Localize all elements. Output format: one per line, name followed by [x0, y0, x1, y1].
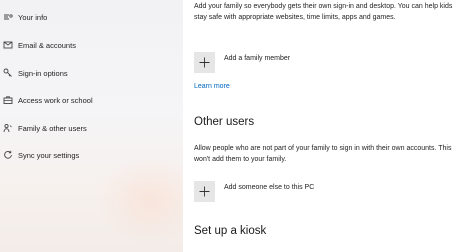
sidebar-background-glow [95, 155, 183, 245]
add-family-member-label: Add a family member [224, 55, 291, 62]
add-someone-else-button[interactable] [194, 181, 215, 202]
other-users-heading: Other users [194, 116, 255, 128]
briefcase-icon [2, 94, 14, 106]
people-icon [2, 122, 14, 134]
add-someone-else-label: Add someone else to this PC [224, 184, 315, 191]
sidebar-item-sync-settings[interactable]: Sync your settings [0, 144, 183, 166]
sidebar-item-email-accounts[interactable]: Email & accounts [0, 34, 183, 56]
sidebar-item-sign-in-options[interactable]: Sign-in options [0, 62, 183, 84]
sidebar-item-label: Your info [18, 12, 48, 22]
settings-sidebar: Your info Email & accounts Sign-in optio… [0, 0, 183, 252]
plus-icon [199, 57, 210, 68]
sidebar-item-label: Family & other users [18, 123, 87, 133]
sidebar-item-label: Sign-in options [18, 68, 68, 78]
mail-icon [2, 39, 14, 51]
person-lines-icon [2, 11, 14, 23]
key-icon [2, 67, 14, 79]
other-users-description: Allow people who are not part of your fa… [194, 145, 452, 163]
sidebar-item-label: Access work or school [18, 95, 93, 105]
sidebar-item-label: Email & accounts [18, 40, 76, 50]
add-family-member-button[interactable] [194, 52, 215, 73]
main-content: Add your family so everybody gets their … [183, 0, 463, 252]
plus-icon [199, 186, 210, 197]
sidebar-item-label: Sync your settings [18, 150, 80, 160]
kiosk-heading: Set up a kiosk [194, 225, 267, 237]
learn-more-link[interactable]: Learn more [194, 83, 230, 90]
sidebar-item-access-work-school[interactable]: Access work or school [0, 89, 183, 111]
sync-icon [2, 149, 14, 161]
family-description: Add your family so everybody gets their … [194, 3, 453, 21]
sidebar-item-your-info[interactable]: Your info [0, 6, 183, 28]
sidebar-item-family-other-users[interactable]: Family & other users [0, 117, 183, 139]
